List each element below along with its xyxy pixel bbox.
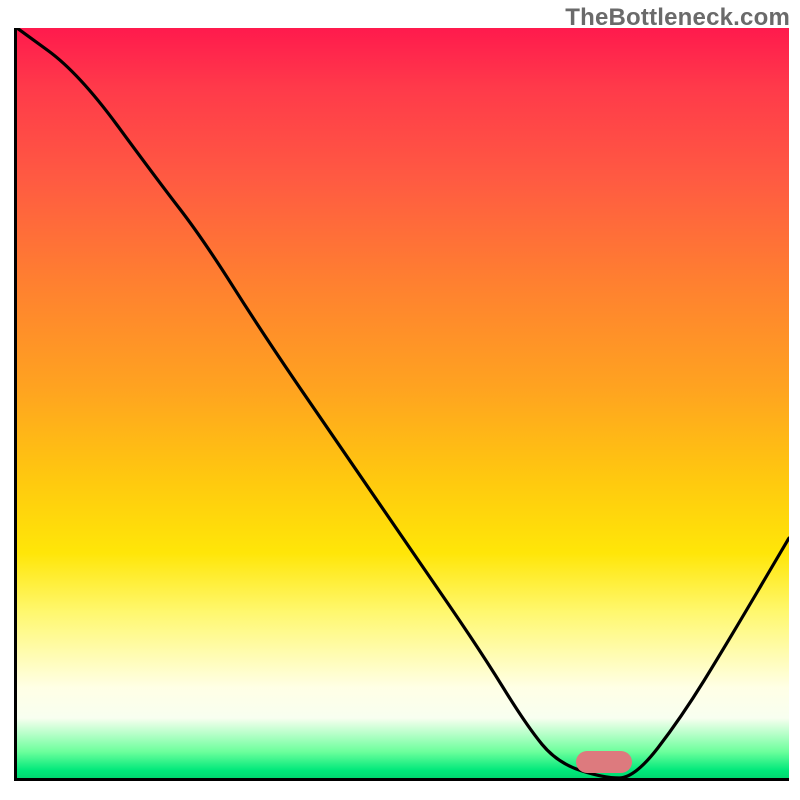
bottleneck-chart: TheBottleneck.com [0, 0, 800, 800]
plot-area [14, 28, 789, 781]
watermark-text: TheBottleneck.com [565, 4, 790, 32]
curve-svg [17, 28, 789, 778]
bottleneck-curve-path [17, 28, 789, 778]
optimal-marker [576, 751, 632, 773]
